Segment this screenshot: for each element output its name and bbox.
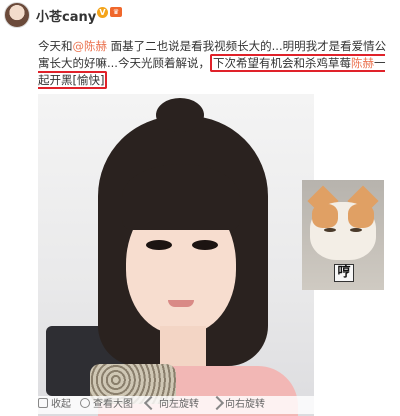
- verified-icon: V: [97, 7, 108, 18]
- collapse-button[interactable]: 收起: [38, 398, 71, 412]
- rotate-right-label: 向右旋转: [225, 399, 265, 410]
- post-photo[interactable]: [38, 94, 314, 416]
- post-text-segment: 今天和: [38, 39, 73, 53]
- username[interactable]: 小苍cany: [36, 6, 96, 25]
- mention-link[interactable]: 陈赫: [351, 56, 374, 70]
- mention-link[interactable]: @陈赫: [73, 39, 108, 53]
- mouth-shape: [168, 300, 194, 307]
- zoom-label: 查看大图: [93, 399, 133, 410]
- image-toolbar: 收起 查看大图 向左旋转 向右旋转: [36, 395, 316, 414]
- cat-meme-thumbnail[interactable]: 哼: [302, 180, 384, 290]
- cat-patch-shape: [312, 204, 338, 228]
- zoom-icon: [80, 398, 90, 408]
- rotate-left-button[interactable]: 向左旋转: [143, 395, 199, 412]
- cat-eye-shape: [324, 228, 336, 232]
- avatar[interactable]: [4, 2, 30, 28]
- collapse-icon: [38, 398, 48, 408]
- post-text-segment: 下次希望有机会和杀鸡草莓: [212, 56, 351, 70]
- cat-eye-shape: [350, 228, 362, 232]
- left-eye-shape: [146, 240, 172, 250]
- post-header: 小苍cany V ♛: [0, 0, 400, 34]
- rotate-left-icon: [143, 395, 159, 411]
- hair-bun-shape: [156, 98, 204, 132]
- meme-caption: 哼: [334, 264, 354, 282]
- zoom-button[interactable]: 查看大图: [80, 398, 133, 412]
- rotate-left-label: 向左旋转: [159, 399, 199, 410]
- post-text: 今天和@陈赫 面基了二也说是看我视频长大的...明明我才是看爱情公寓长大的好嘛.…: [38, 38, 390, 89]
- crown-icon: ♛: [110, 7, 122, 17]
- bangs-shape: [122, 164, 240, 230]
- cat-patch-shape: [348, 204, 374, 228]
- right-eye-shape: [192, 240, 218, 250]
- rotate-right-button[interactable]: 向右旋转: [209, 395, 265, 412]
- collapse-label: 收起: [51, 399, 71, 410]
- weibo-post: 小苍cany V ♛ 今天和@陈赫 面基了二也说是看我视频长大的...明明我才是…: [0, 0, 400, 416]
- rotate-right-icon: [209, 395, 225, 411]
